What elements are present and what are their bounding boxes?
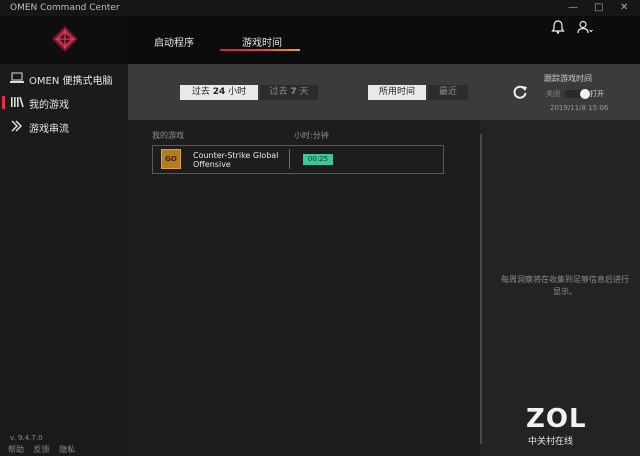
panel-divider xyxy=(480,134,482,444)
logo-area xyxy=(0,16,128,64)
app-version: v. 9.4.7.0 xyxy=(10,434,43,442)
toggle-knob xyxy=(580,89,590,99)
sidebar-item-label: OMEN 便携式电脑 xyxy=(29,76,113,87)
help-link[interactable]: 帮助 xyxy=(8,445,24,454)
table-row[interactable]: GO Counter-Strike Global Offensive 00:25 xyxy=(152,145,444,174)
footer-links: 帮助 反馈 隐私 xyxy=(8,444,82,455)
insights-message: 每周洞察将在收集到足够信息后进行显示。 xyxy=(501,275,629,296)
title-bar: OMEN Command Center — □ ✕ xyxy=(0,0,640,16)
game-name: Counter-Strike Global Offensive xyxy=(193,151,279,169)
sidebar-item-streaming[interactable]: 游戏串流 xyxy=(0,116,128,138)
close-icon[interactable]: ✕ xyxy=(620,0,628,16)
active-tab-underline xyxy=(220,49,300,51)
watermark-subtitle: 中关村在线 xyxy=(528,437,574,447)
feedback-link[interactable]: 反馈 xyxy=(34,445,50,454)
sidebar: OMEN 便携式电脑 我的游戏 游戏串流 v. 9.4.7.0 帮助 反馈 隐私 xyxy=(0,16,128,456)
play-time-badge: 00:25 xyxy=(303,154,333,165)
tab-game-time[interactable]: 游戏时间 xyxy=(242,34,282,49)
omen-logo-icon xyxy=(52,26,78,52)
refresh-icon[interactable] xyxy=(512,84,528,100)
game-list-panel: 我的游戏 小时:分钟 GO Counter-Strike Global Offe… xyxy=(128,120,480,456)
watermark-brand: ZOL xyxy=(526,404,587,434)
user-icon[interactable] xyxy=(577,20,593,34)
track-game-time-title: 跟踪游戏时间 xyxy=(544,74,592,83)
last-updated-time: 2019/11/8 15:06 xyxy=(550,104,609,112)
filter-recent-button[interactable]: 最近 xyxy=(428,85,468,100)
toggle-on-label: 打开 xyxy=(590,90,604,98)
column-header-game: 我的游戏 xyxy=(152,131,184,140)
sidebar-item-laptop[interactable]: OMEN 便携式电脑 xyxy=(0,68,128,90)
csgo-game-icon: GO xyxy=(161,149,181,169)
tab-launcher[interactable]: 启动程序 xyxy=(154,34,194,49)
active-indicator xyxy=(2,96,5,109)
window-title: OMEN Command Center xyxy=(10,3,120,13)
top-nav: 启动程序 游戏时间 xyxy=(128,16,640,64)
range-7d-button[interactable]: 过去 7 天 xyxy=(260,85,318,100)
sidebar-item-label: 游戏串流 xyxy=(29,124,69,135)
track-time-toggle[interactable] xyxy=(564,89,590,99)
privacy-link[interactable]: 隐私 xyxy=(59,445,75,454)
laptop-icon xyxy=(10,72,24,83)
minimize-icon[interactable]: — xyxy=(568,0,578,16)
controls-bar: 过去 24 小时 过去 7 天 所用时间 最近 跟踪游戏时间 关闭 打开 201… xyxy=(128,64,640,120)
filter-all-button[interactable]: 所用时间 xyxy=(368,85,426,100)
sidebar-item-my-games[interactable]: 我的游戏 xyxy=(0,92,128,114)
streaming-icon xyxy=(11,120,23,132)
toggle-off-label: 关闭 xyxy=(546,90,560,98)
row-divider xyxy=(289,149,290,169)
restore-icon[interactable]: □ xyxy=(594,0,603,16)
zol-watermark: ZOL 中关村在线 xyxy=(526,404,600,452)
sidebar-item-label: 我的游戏 xyxy=(29,100,69,111)
game-library-icon xyxy=(11,96,24,108)
column-header-time: 小时:分钟 xyxy=(294,131,329,140)
range-24h-button[interactable]: 过去 24 小时 xyxy=(180,85,258,100)
bell-icon[interactable] xyxy=(551,20,565,34)
